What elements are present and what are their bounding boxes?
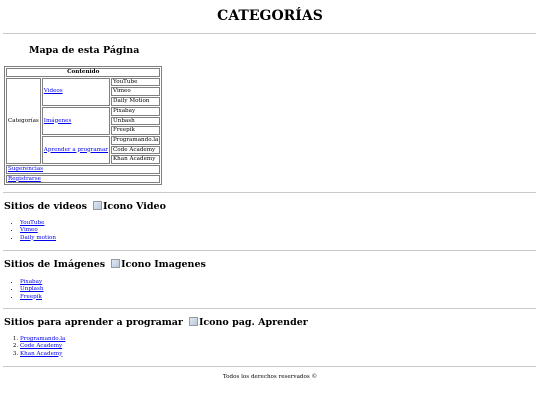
- broken-image-icon: [111, 259, 121, 268]
- register-cell: Registrarse: [6, 174, 161, 184]
- site-cell-pixabay: Pixabay: [111, 106, 161, 116]
- pixabay-link[interactable]: Pixabay: [20, 279, 42, 285]
- dailymotion-link[interactable]: Daily motion: [20, 235, 56, 241]
- sitemap-table-header: Contenido: [6, 68, 161, 77]
- categories-cell: Categorías: [6, 77, 41, 165]
- list-item: Programando.la: [20, 336, 65, 343]
- codeacademy-link[interactable]: Code Academy: [20, 343, 62, 349]
- broken-image-icon: [188, 317, 198, 326]
- category-images-link[interactable]: Imágenes: [44, 118, 72, 124]
- programming-link-list: Programando.la Code Academy Khan Academy: [8, 336, 65, 358]
- learn-icon: Icono pag. Aprender: [188, 317, 308, 328]
- page-title: CATEGORÍAS: [217, 8, 323, 24]
- vimeo-link[interactable]: Vimeo: [20, 227, 38, 233]
- programming-heading-text: Sitios para aprender a programar: [4, 317, 183, 328]
- suggestions-cell: Sugerencias: [6, 165, 161, 174]
- programando-link[interactable]: Programando.la: [20, 336, 65, 342]
- divider: [3, 33, 536, 34]
- category-programming-cell: Aprender a programar: [41, 135, 110, 165]
- list-item: Unplash: [20, 286, 44, 293]
- images-link-list: Pixabay Unplash Freepik: [8, 279, 44, 301]
- divider: [3, 366, 536, 367]
- sitemap-heading: Mapa de esta Página: [29, 45, 140, 56]
- suggestions-link[interactable]: Sugerencias: [8, 166, 43, 172]
- list-item: Khan Academy: [20, 351, 65, 358]
- freepik-link[interactable]: Freepik: [20, 294, 42, 300]
- site-cell-youtube: YouTube: [111, 77, 161, 87]
- category-images-cell: Imágenes: [41, 106, 110, 135]
- video-icon: Icono Video: [92, 201, 166, 212]
- learn-icon-alt: Icono pag. Aprender: [198, 317, 308, 328]
- list-item: Freepik: [20, 294, 44, 301]
- site-cell-codeacademy: Code Academy: [111, 145, 161, 155]
- list-item: Daily motion: [20, 235, 56, 242]
- site-cell-programando: Programando.la: [111, 135, 161, 145]
- site-cell-vimeo: Vimeo: [111, 87, 161, 97]
- videos-heading-text: Sitios de videos: [4, 201, 87, 212]
- images-section-heading: Sitios de Imágenes Icono Imagenes: [4, 259, 206, 270]
- khanacademy-link[interactable]: Khan Academy: [20, 351, 62, 357]
- category-videos-cell: Videos: [41, 77, 110, 106]
- category-videos-link[interactable]: Videos: [44, 88, 63, 94]
- site-cell-freepik: Freepik: [111, 126, 161, 135]
- list-item: Pixabay: [20, 279, 44, 286]
- list-item: Code Academy: [20, 343, 65, 350]
- divider: [3, 192, 536, 193]
- images-icon-alt: Icono Imagenes: [121, 259, 206, 270]
- divider: [3, 308, 536, 309]
- list-item: YouTube: [20, 220, 56, 227]
- list-item: Vimeo: [20, 227, 56, 234]
- broken-image-icon: [92, 201, 102, 210]
- videos-section-heading: Sitios de videos Icono Video: [4, 201, 166, 212]
- images-icon: Icono Imagenes: [111, 259, 206, 270]
- unsplash-link[interactable]: Unplash: [20, 286, 44, 292]
- site-cell-dailymotion: Daily Motion: [111, 97, 161, 106]
- videos-link-list: YouTube Vimeo Daily motion: [8, 220, 56, 242]
- site-cell-unbash: Unbash: [111, 116, 161, 126]
- images-heading-text: Sitios de Imágenes: [4, 259, 106, 270]
- programming-section-heading: Sitios para aprender a programar Icono p…: [4, 317, 308, 328]
- register-link[interactable]: Registrarse: [8, 176, 41, 182]
- site-cell-khanacademy: Khan Academy: [111, 155, 161, 165]
- divider: [3, 250, 536, 251]
- sitemap-table: Contenido Categorías Videos YouTube Vime…: [4, 66, 163, 186]
- youtube-link[interactable]: YouTube: [20, 220, 44, 226]
- video-icon-alt: Icono Video: [102, 201, 166, 212]
- category-programming-link[interactable]: Aprender a programar: [44, 147, 108, 153]
- footer-text: Todos los derechos reservados ©: [222, 374, 318, 380]
